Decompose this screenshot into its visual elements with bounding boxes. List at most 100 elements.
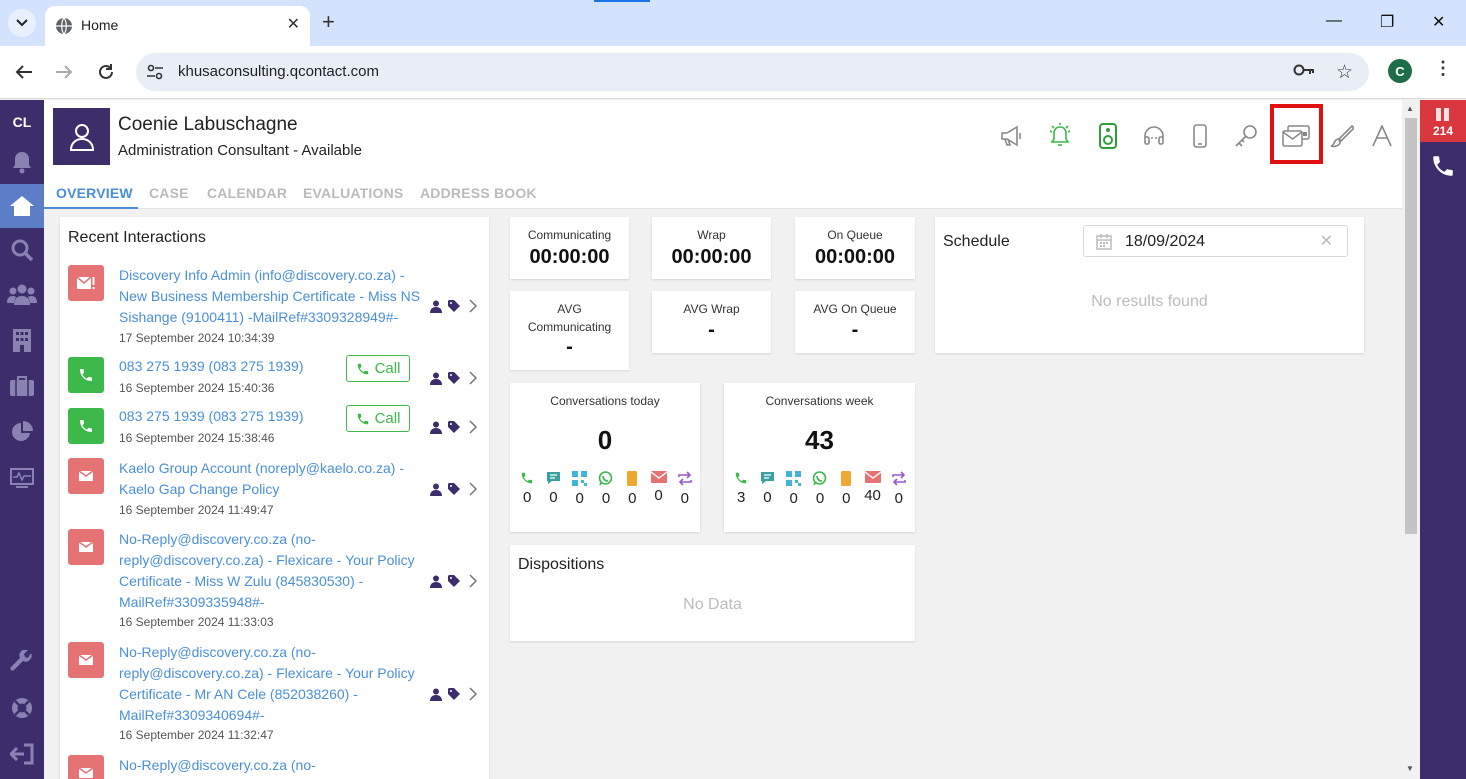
- new-tab-button[interactable]: +: [322, 10, 335, 34]
- queue-icon: [1436, 108, 1449, 121]
- scroll-thumb[interactable]: [1405, 118, 1417, 534]
- tag-icon[interactable]: [448, 688, 462, 700]
- interaction-date: 16 September 2024 11:32:47: [119, 728, 274, 742]
- tag-icon[interactable]: [448, 575, 462, 587]
- stat-label: Communicating: [527, 228, 612, 242]
- qr-icon: [786, 471, 802, 486]
- monitor-icon: [10, 468, 34, 488]
- person-icon[interactable]: [430, 688, 442, 701]
- site-settings-icon[interactable]: [146, 63, 164, 81]
- interaction-link[interactable]: 083 275 1939 (083 275 1939): [119, 356, 339, 377]
- profile-avatar[interactable]: C: [1388, 59, 1412, 83]
- calendar-icon: [1096, 234, 1112, 250]
- tab-case[interactable]: CASE: [149, 185, 189, 201]
- schedule-date-field[interactable]: 18/09/2024 ✕: [1083, 225, 1348, 257]
- call-button[interactable]: Call: [346, 355, 410, 382]
- avatar[interactable]: [53, 108, 110, 165]
- tab-address-book[interactable]: ADDRESS BOOK: [420, 185, 537, 201]
- contacts-nav[interactable]: [0, 272, 44, 316]
- person-icon[interactable]: [430, 300, 442, 313]
- stat-value: 00:00:00: [529, 246, 610, 268]
- cases-nav[interactable]: [0, 364, 44, 408]
- agent-status[interactable]: Administration Consultant - Available: [118, 142, 362, 159]
- interaction-link[interactable]: No-Reply@discovery.co.za (no-reply@disco…: [119, 529, 424, 613]
- recent-interactions-panel: Recent Interactions Discovery Info Admin…: [60, 217, 489, 779]
- tab-evaluations[interactable]: EVALUATIONS: [303, 185, 403, 201]
- panel-title: Dispositions: [518, 556, 605, 573]
- dashboard-nav[interactable]: [0, 456, 44, 500]
- close-window-button[interactable]: ✕: [1432, 12, 1445, 32]
- phone-button[interactable]: [1420, 148, 1466, 184]
- star-icon[interactable]: ☆: [1336, 61, 1353, 84]
- home-nav[interactable]: [0, 184, 44, 228]
- tab-search-button[interactable]: [8, 9, 36, 37]
- email-badge: [68, 529, 104, 565]
- theme-button[interactable]: [1328, 122, 1356, 150]
- tab-close-icon[interactable]: ✕: [287, 14, 300, 34]
- interaction-link[interactable]: No-Reply@discovery.co.za (no-reply@disco…: [119, 642, 424, 726]
- back-button[interactable]: [12, 60, 36, 84]
- chevron-right-icon[interactable]: [468, 687, 478, 701]
- notifications-nav[interactable]: [0, 140, 44, 184]
- lifebuoy-icon: [12, 698, 32, 718]
- reload-button[interactable]: [94, 60, 118, 84]
- interaction-link[interactable]: Kaelo Group Account (noreply@kaelo.co.za…: [119, 458, 424, 500]
- tab-calendar[interactable]: CALENDAR: [207, 185, 287, 201]
- forward-button[interactable]: [52, 60, 76, 84]
- chevron-right-icon[interactable]: [468, 482, 478, 496]
- help-nav[interactable]: [0, 686, 44, 730]
- address-bar[interactable]: khusaconsulting.qcontact.com ☆: [136, 53, 1369, 91]
- interaction-link[interactable]: No-Reply@discovery.co.za (no-: [119, 755, 424, 776]
- call-button-label: Call: [374, 410, 401, 427]
- user-initials[interactable]: CL: [0, 114, 44, 130]
- settings-nav[interactable]: [0, 640, 44, 684]
- person-icon[interactable]: [430, 483, 442, 496]
- chevron-right-icon[interactable]: [468, 371, 478, 385]
- restore-button[interactable]: ❐: [1380, 12, 1394, 32]
- key-icon[interactable]: [1293, 63, 1315, 77]
- browser-menu-icon[interactable]: ⋮: [1434, 58, 1452, 79]
- stat-label: Conversations today: [550, 394, 660, 408]
- tag-icon[interactable]: [448, 483, 462, 495]
- tag-icon[interactable]: [448, 372, 462, 384]
- tag-icon[interactable]: [448, 300, 462, 312]
- page-scrollbar[interactable]: ▲ ▼: [1402, 100, 1420, 779]
- chevron-right-icon[interactable]: [468, 299, 478, 313]
- tag-icon[interactable]: [448, 421, 462, 433]
- password-button[interactable]: [1232, 122, 1260, 150]
- organisations-nav[interactable]: [0, 318, 44, 362]
- broadcast-button[interactable]: [998, 122, 1026, 150]
- font-size-button[interactable]: [1368, 122, 1396, 150]
- tab-overview[interactable]: OVERVIEW: [56, 185, 133, 201]
- stat-value: -: [566, 336, 573, 358]
- phone-icon: [735, 472, 747, 484]
- phone-icon: [80, 369, 92, 381]
- person-icon[interactable]: [430, 575, 442, 588]
- minimize-button[interactable]: —: [1326, 12, 1342, 30]
- browser-tab[interactable]: Home ✕: [45, 6, 310, 46]
- search-nav[interactable]: [0, 228, 44, 272]
- mobile-button[interactable]: [1186, 122, 1214, 150]
- agent-name: Coenie Labuschagne: [118, 114, 298, 135]
- scroll-down-icon[interactable]: ▼: [1406, 764, 1414, 773]
- chevron-right-icon[interactable]: [468, 420, 478, 434]
- browser-tab-bar: Home ✕ + — ❐ ✕: [0, 0, 1466, 46]
- person-icon[interactable]: [430, 421, 442, 434]
- panel-title: Recent Interactions: [68, 229, 206, 246]
- chat-icon: [546, 472, 560, 484]
- chevron-right-icon[interactable]: [468, 574, 478, 588]
- alerts-button[interactable]: [1046, 122, 1074, 150]
- scroll-up-icon[interactable]: ▲: [1406, 104, 1414, 113]
- headset-button[interactable]: [1140, 122, 1168, 150]
- queue-badge[interactable]: 214: [1420, 100, 1466, 142]
- conversations-total: 43: [805, 425, 834, 455]
- person-icon[interactable]: [430, 372, 442, 385]
- reports-nav[interactable]: [0, 410, 44, 454]
- clear-icon[interactable]: ✕: [1320, 231, 1333, 251]
- interaction-link[interactable]: Discovery Info Admin (info@discovery.co.…: [119, 265, 424, 328]
- call-button[interactable]: Call: [346, 405, 410, 432]
- whatsapp-icon: [813, 471, 827, 486]
- device-status-button[interactable]: [1094, 122, 1122, 150]
- interaction-link[interactable]: 083 275 1939 (083 275 1939): [119, 406, 339, 427]
- logout-nav[interactable]: [0, 732, 44, 776]
